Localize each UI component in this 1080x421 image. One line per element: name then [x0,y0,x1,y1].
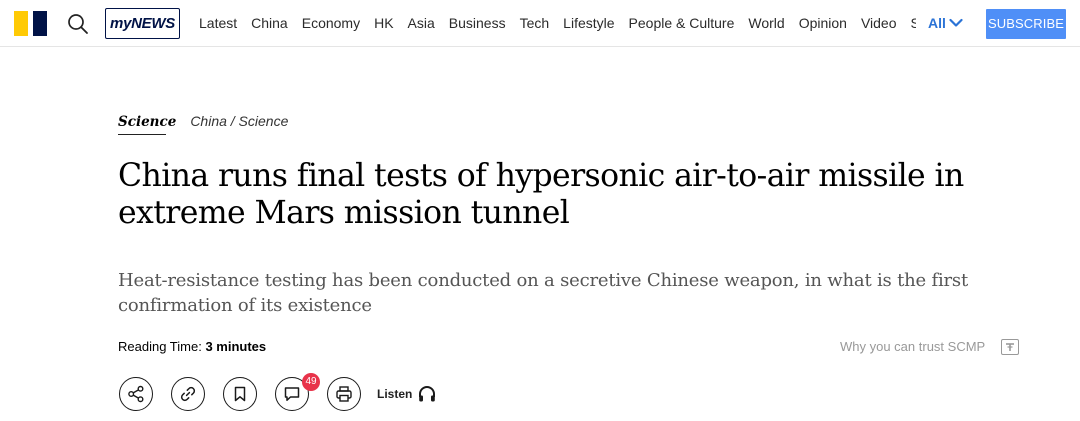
search-icon[interactable] [66,12,90,36]
nav-item-latest[interactable]: Latest [192,0,244,47]
article-summary: Heat-resistance testing has been conduct… [118,270,969,316]
nav-item-video[interactable]: Video [854,0,904,47]
listen-button[interactable]: Listen [377,386,412,402]
logo-navy-block [33,11,47,36]
bookmark-button[interactable] [223,377,257,411]
link-icon [180,386,196,402]
nav-all-label: All [928,15,946,31]
logo-yellow-block [14,11,28,36]
trust-info-icon[interactable] [1001,339,1019,355]
share-icon [128,385,144,403]
nav-item-world[interactable]: World [741,0,791,47]
reading-time-value: 3 minutes [205,339,267,354]
comment-count-badge: 49 [302,373,320,391]
main-nav: Latest China Economy HK Asia Business Tech Life… [192,0,916,47]
breadcrumb: Science China / Science [118,113,288,133]
section-link[interactable]: Science [118,114,176,130]
comment-icon [284,387,300,401]
nav-item-opinion[interactable]: Opinion [792,0,854,47]
bookmark-icon [234,386,246,402]
trust-scmp-link[interactable]: Why you can trust SCMP [840,338,985,355]
reading-time-label: Reading Time: [118,339,202,354]
nav-item-hk[interactable]: HK [367,0,400,47]
top-navigation-bar: myNEWS Latest China Economy HK Asia Business T… [0,0,1080,47]
article-headline: China runs final tests of hypersonic air… [118,158,964,231]
share-button[interactable] [119,377,153,411]
nav-item-economy[interactable]: Economy [295,0,367,47]
nav-all-dropdown[interactable]: All [928,0,963,47]
subsection-link[interactable]: China / Science [190,113,288,129]
nav-item-tech[interactable]: Tech [513,0,557,47]
nav-item-sport[interactable]: Sport [904,0,916,47]
nav-item-lifestyle[interactable]: Lifestyle [556,0,621,47]
copy-link-button[interactable] [171,377,205,411]
nav-item-china[interactable]: China [244,0,295,47]
chevron-down-icon [949,18,963,27]
scmp-logo[interactable] [14,11,47,36]
nav-item-asia[interactable]: Asia [401,0,442,47]
nav-item-business[interactable]: Business [442,0,513,47]
nav-item-people-culture[interactable]: People & Culture [622,0,742,47]
print-icon [336,386,352,402]
section-underline [118,134,166,135]
subscribe-button[interactable]: SUBSCRIBE [986,9,1066,39]
print-button[interactable] [327,377,361,411]
mynews-button[interactable]: myNEWS [105,8,180,39]
reading-time: Reading Time: 3 minutes [118,339,266,355]
headphones-icon[interactable] [417,384,437,404]
